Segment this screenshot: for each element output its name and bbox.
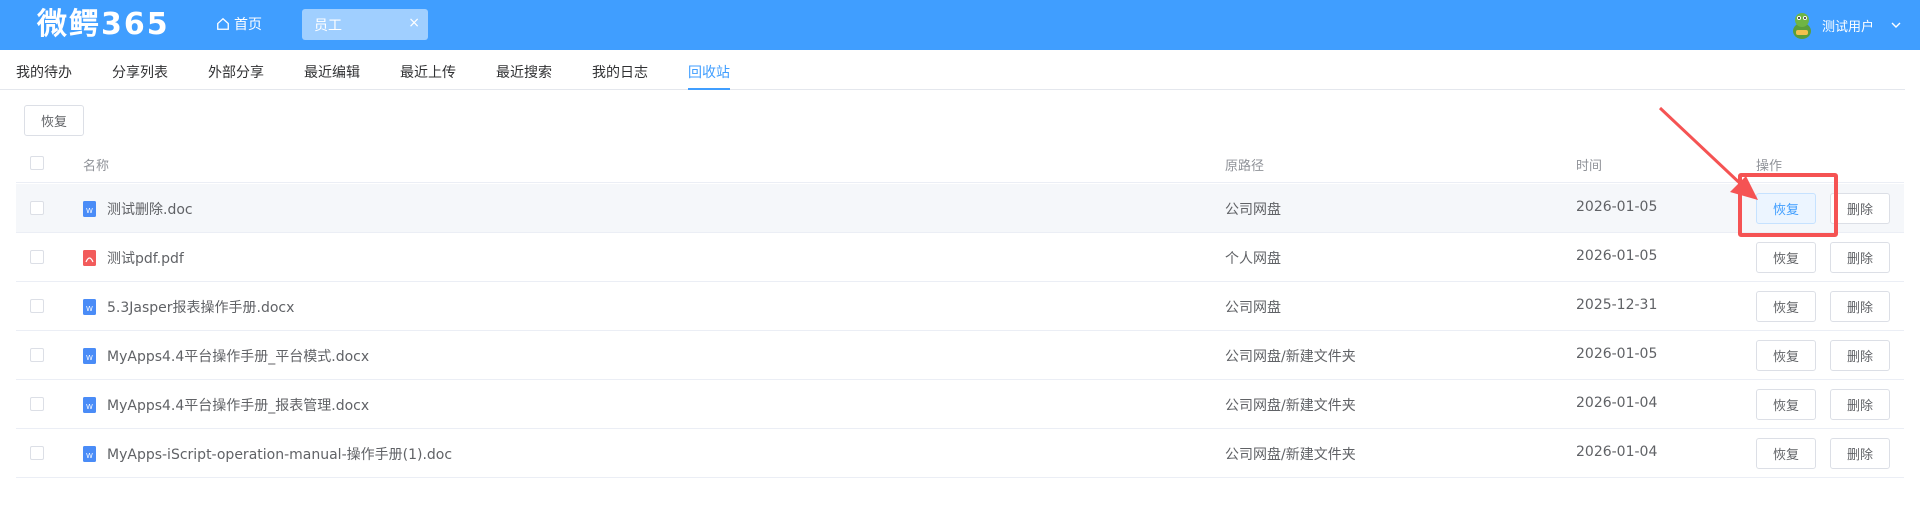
file-name: MyApps4.4平台操作手册_报表管理.docx (107, 398, 370, 414)
file-path: 公司网盘/新建文件夹 (1225, 349, 1356, 365)
sub-nav: 我的待办 分享列表 外部分享 最近编辑 最近上传 最近搜索 我的日志 回收站 (0, 50, 1905, 90)
active-tab-indicator (688, 88, 730, 90)
open-tab-label: 员工 (314, 17, 342, 34)
file-time: 2026-01-04 (1576, 444, 1658, 460)
file-time: 2026-01-04 (1576, 395, 1658, 411)
select-all-checkbox[interactable] (30, 156, 44, 170)
word-icon: W (83, 348, 96, 364)
home-link[interactable]: 首页 (216, 14, 262, 34)
row-checkbox[interactable] (30, 299, 44, 313)
table-row[interactable]: W 测试删除.doc 公司网盘 2026-01-05 恢复 删除 (16, 184, 1904, 233)
tab-external-share[interactable]: 外部分享 (208, 62, 264, 82)
file-path: 公司网盘/新建文件夹 (1225, 398, 1356, 414)
tab-recent-upload[interactable]: 最近上传 (400, 62, 456, 82)
top-header: 微鳄365 首页 员工 × 测试用户 (0, 0, 1920, 50)
col-path: 原路径 (1225, 159, 1265, 174)
col-actions: 操作 (1756, 159, 1783, 174)
table-row[interactable]: 测试pdf.pdf 个人网盘 2026-01-05 恢复 删除 (16, 233, 1904, 282)
file-name: 测试删除.doc (107, 202, 193, 218)
file-name: MyApps4.4平台操作手册_平台模式.docx (107, 349, 370, 365)
svg-text:W: W (86, 305, 93, 313)
row-checkbox[interactable] (30, 446, 44, 460)
word-icon: W (83, 299, 96, 315)
word-icon: W (83, 201, 96, 217)
open-tab-employee[interactable]: 员工 × (302, 9, 428, 40)
col-name: 名称 (83, 159, 110, 174)
col-time: 时间 (1576, 159, 1603, 174)
row-delete-button[interactable]: 删除 (1830, 389, 1890, 420)
home-label: 首页 (234, 17, 262, 33)
row-restore-button[interactable]: 恢复 (1756, 242, 1816, 273)
tab-my-todo[interactable]: 我的待办 (16, 62, 72, 82)
table-row[interactable]: W 5.3Jasper报表操作手册.docx 公司网盘 2025-12-31 恢… (16, 282, 1904, 331)
svg-text:W: W (86, 207, 93, 215)
table-header: 名称 原路径 时间 操作 (16, 145, 1904, 183)
svg-text:W: W (86, 403, 93, 411)
tab-share-list[interactable]: 分享列表 (112, 62, 168, 82)
avatar (1792, 13, 1811, 39)
tab-recent-search[interactable]: 最近搜索 (496, 62, 552, 82)
row-checkbox[interactable] (30, 348, 44, 362)
row-restore-button[interactable]: 恢复 (1756, 438, 1816, 469)
row-restore-button[interactable]: 恢复 (1756, 291, 1816, 322)
user-menu[interactable]: 测试用户 (1788, 10, 1902, 40)
row-delete-button[interactable]: 删除 (1830, 340, 1890, 371)
table-row[interactable]: W MyApps4.4平台操作手册_报表管理.docx 公司网盘/新建文件夹 2… (16, 380, 1904, 429)
row-checkbox[interactable] (30, 201, 44, 215)
file-path: 公司网盘/新建文件夹 (1225, 447, 1356, 463)
file-name: 测试pdf.pdf (107, 251, 184, 267)
row-restore-button[interactable]: 恢复 (1756, 389, 1816, 420)
restore-button[interactable]: 恢复 (24, 105, 84, 136)
file-path: 公司网盘 (1225, 300, 1281, 316)
file-time: 2026-01-05 (1576, 199, 1658, 215)
row-checkbox[interactable] (30, 397, 44, 411)
app-logo: 微鳄365 (37, 7, 170, 42)
close-icon[interactable]: × (408, 15, 420, 31)
row-checkbox[interactable] (30, 250, 44, 264)
file-path: 公司网盘 (1225, 202, 1281, 218)
svg-text:W: W (86, 452, 93, 460)
svg-text:W: W (86, 354, 93, 362)
chevron-down-icon[interactable] (1890, 19, 1902, 31)
row-restore-button[interactable]: 恢复 (1756, 193, 1816, 224)
file-path: 个人网盘 (1225, 251, 1281, 267)
row-delete-button[interactable]: 删除 (1830, 193, 1890, 224)
row-restore-button[interactable]: 恢复 (1756, 340, 1816, 371)
word-icon: W (83, 446, 96, 462)
tab-recent-edit[interactable]: 最近编辑 (304, 62, 360, 82)
table-row[interactable]: W MyApps4.4平台操作手册_平台模式.docx 公司网盘/新建文件夹 2… (16, 331, 1904, 380)
file-name: MyApps-iScript-operation-manual-操作手册(1).… (107, 447, 453, 463)
row-delete-button[interactable]: 删除 (1830, 438, 1890, 469)
table-row[interactable]: W MyApps-iScript-operation-manual-操作手册(1… (16, 429, 1904, 478)
user-name: 测试用户 (1821, 19, 1874, 35)
file-time: 2026-01-05 (1576, 248, 1658, 264)
home-icon (217, 17, 229, 30)
pdf-icon (83, 250, 96, 266)
word-icon: W (83, 397, 96, 413)
row-delete-button[interactable]: 删除 (1830, 242, 1890, 273)
tab-recycle-bin[interactable]: 回收站 (688, 62, 730, 82)
file-time: 2026-01-05 (1576, 346, 1658, 362)
tab-my-log[interactable]: 我的日志 (592, 62, 648, 82)
file-time: 2025-12-31 (1576, 297, 1658, 313)
file-name: 5.3Jasper报表操作手册.docx (107, 300, 295, 316)
row-delete-button[interactable]: 删除 (1830, 291, 1890, 322)
